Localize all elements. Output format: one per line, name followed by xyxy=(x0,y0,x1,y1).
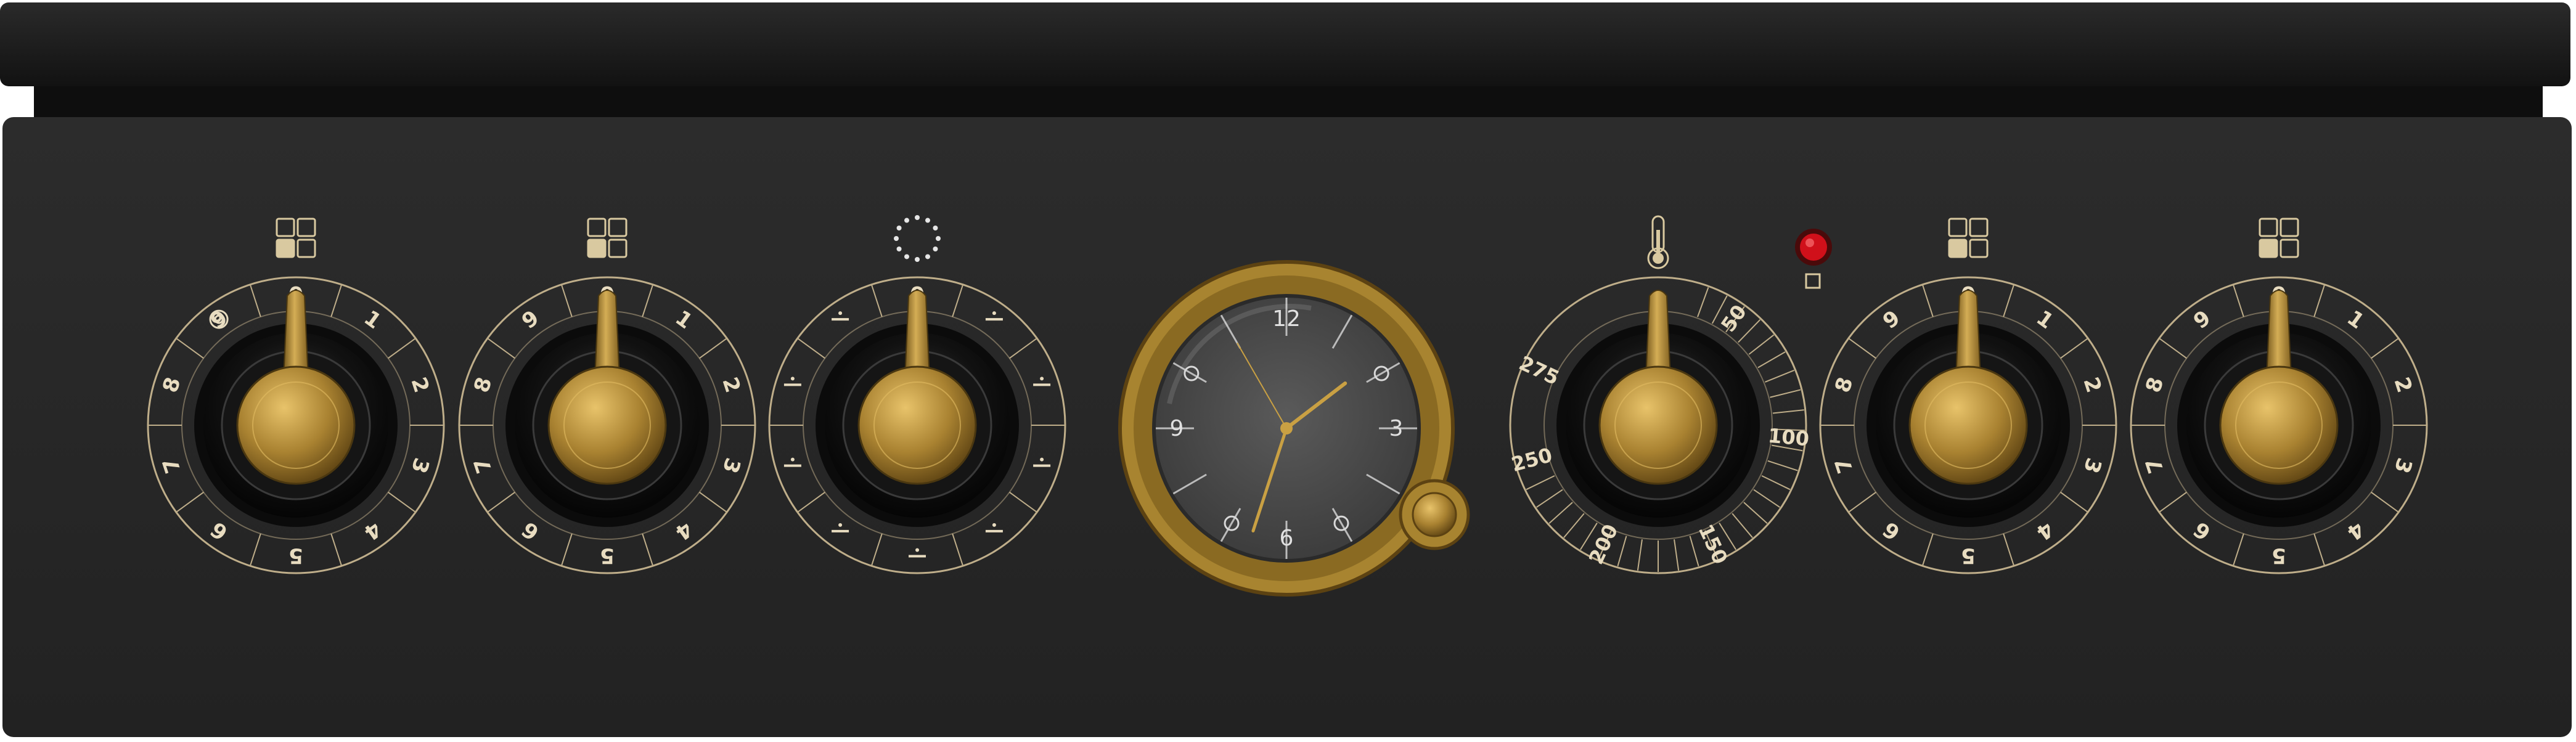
indicator-light-glint xyxy=(1805,238,1814,247)
knob-gold-cap[interactable] xyxy=(1908,365,2028,485)
power-level-label: 5 xyxy=(288,544,303,568)
knob-gold-cap[interactable] xyxy=(2219,365,2339,485)
function-glyph-dot xyxy=(790,377,795,381)
control-panel-graphic: 0987654321012345678905010015020025027501… xyxy=(0,2,2572,737)
knob-gold-cap[interactable] xyxy=(547,365,667,485)
clock-numeral: 3 xyxy=(1389,416,1404,441)
function-glyph-dot xyxy=(915,548,919,552)
knob-gold-cap[interactable] xyxy=(1598,365,1718,485)
function-glyph-dot xyxy=(790,457,795,462)
clock-hub xyxy=(1280,422,1293,434)
knob-gold-cap[interactable] xyxy=(236,365,356,485)
hob-lid xyxy=(0,2,2570,86)
oven-control-panel: 0987654321012345678905010015020025027501… xyxy=(0,0,2576,740)
function-glyph-dot xyxy=(838,523,843,527)
function-glyph-dot xyxy=(992,523,996,527)
clock-set-button-cap[interactable] xyxy=(1412,492,1457,537)
function-glyph-dot xyxy=(1040,457,1044,462)
indicator-light xyxy=(1800,234,1827,261)
power-level-label: 5 xyxy=(600,544,615,568)
function-glyph-dot xyxy=(992,311,996,316)
function-glyph-dot xyxy=(1040,377,1044,381)
function-glyph-dot xyxy=(838,311,843,316)
clock-numeral: 12 xyxy=(1272,306,1301,332)
knob-gold-cap[interactable] xyxy=(857,365,977,485)
power-level-label: 5 xyxy=(1961,544,1976,568)
lid-hinge-gap xyxy=(34,86,2543,117)
clock-numeral: 6 xyxy=(1280,526,1294,551)
temperature-label: 100 xyxy=(1767,424,1810,451)
clock-numeral: 9 xyxy=(1170,416,1184,441)
power-level-label: 5 xyxy=(2271,544,2286,568)
